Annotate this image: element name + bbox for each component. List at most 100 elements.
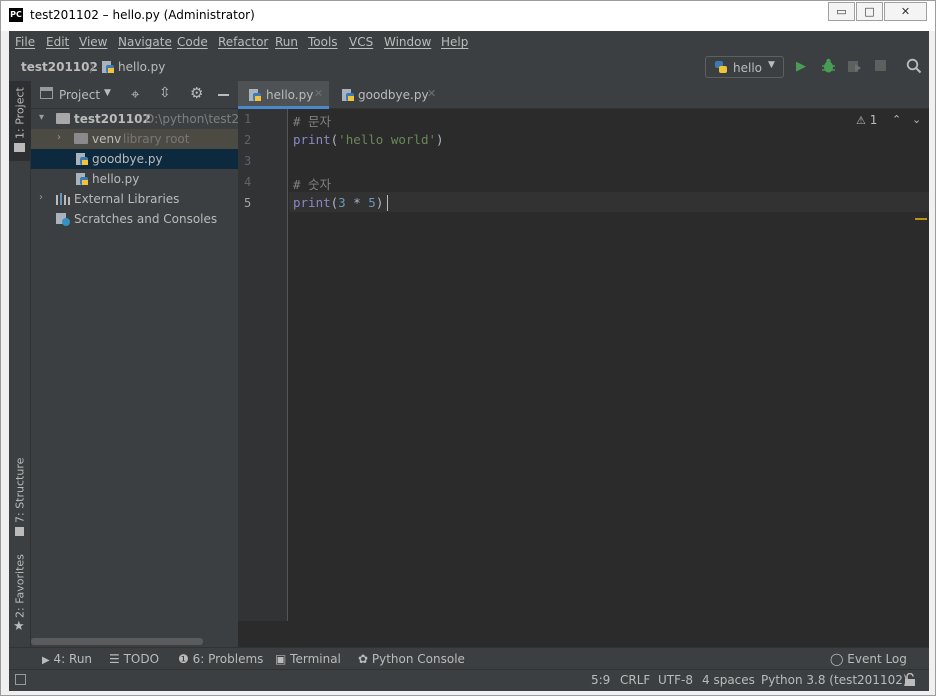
warning-count: 1 — [869, 113, 878, 127]
breadcrumb-file[interactable]: hello.py — [118, 60, 165, 74]
menu-file[interactable]: File — [15, 35, 35, 49]
library-icon — [55, 192, 71, 209]
tree-note: library root — [123, 132, 190, 146]
title-bar: PC test201102 – hello.py (Administrator)… — [1, 1, 935, 31]
project-panel: Project ▼ ⌖ ⇳ ⚙ ▾ test201102 D:\python\t… — [31, 81, 238, 647]
tree-path: D:\python\test201102 — [145, 112, 238, 126]
terminal-tool-button[interactable]: ▣ Terminal — [275, 652, 341, 666]
info-icon: ❶ — [178, 652, 189, 666]
tab-hello-py[interactable]: hello.py ✕ — [238, 81, 329, 109]
expanded-arrow-icon: ▾ — [39, 112, 45, 123]
structure-tool-tab[interactable]: 7: Structure — [9, 457, 31, 541]
terminal-icon: ▣ — [275, 652, 287, 666]
todo-tool-button[interactable]: ☰ TODO — [109, 652, 159, 666]
window-title: test201102 – hello.py (Administrator) — [30, 8, 255, 22]
tree-item-project-root[interactable]: ▾ test201102 D:\python\test201102 — [31, 109, 238, 129]
tree-item-venv[interactable]: › venv library root — [31, 129, 238, 149]
structure-tab-label: 7: Structure — [13, 457, 27, 523]
run-icon[interactable]: ▶ — [796, 59, 806, 74]
tree-item-scratches[interactable]: Scratches and Consoles — [31, 209, 238, 229]
tool-windows-icon[interactable] — [15, 674, 26, 685]
python-interpreter[interactable]: Python 3.8 (test201102) — [761, 673, 908, 687]
python-file-icon — [75, 152, 89, 169]
favorites-tab-label: 2: Favorites — [13, 554, 27, 618]
code-area[interactable]: # 문자 print('hello world') # 숫자 print(3 *… — [289, 109, 929, 621]
tree-label: venv — [92, 132, 122, 146]
folder-icon — [14, 143, 25, 152]
run-tool-button[interactable]: ▶ 4: Run — [42, 652, 92, 666]
breadcrumb-project[interactable]: test201102 — [21, 60, 98, 74]
status-bar: 5:9 CRLF UTF-8 4 spaces Python 3.8 (test… — [9, 669, 929, 691]
next-highlight-icon[interactable]: ⌄ — [912, 113, 921, 126]
debug-icon[interactable] — [821, 58, 836, 77]
close-tab-icon[interactable]: ✕ — [314, 87, 323, 100]
folder-icon — [74, 133, 88, 144]
tree-item-goodbye[interactable]: goodbye.py — [31, 149, 238, 169]
file-encoding[interactable]: UTF-8 — [658, 673, 693, 687]
chevron-down-icon[interactable]: ▼ — [104, 88, 111, 98]
close-tab-icon[interactable]: ✕ — [427, 87, 436, 100]
menu-navigate[interactable]: Navigate — [118, 35, 172, 49]
menu-code[interactable]: Code — [177, 35, 208, 49]
folder-icon — [56, 113, 70, 124]
maximize-button[interactable]: □ — [856, 2, 883, 21]
locate-icon[interactable]: ⌖ — [131, 85, 139, 103]
python-icon: ✿ — [358, 652, 369, 666]
favorites-tool-tab[interactable]: 2: Favorites ★ — [9, 554, 31, 641]
play-icon: ▶ — [42, 655, 50, 666]
menu-tools[interactable]: Tools — [308, 35, 338, 49]
line-separator[interactable]: CRLF — [620, 673, 650, 687]
tree-item-hello[interactable]: hello.py — [31, 169, 238, 189]
code-line-5: print(3 * 5) — [293, 195, 384, 210]
code-line-1: # 문자 — [293, 114, 332, 129]
python-file-icon — [248, 88, 262, 105]
previous-highlight-icon[interactable]: ⌃ — [892, 113, 901, 126]
python-file-icon — [75, 172, 89, 189]
structure-icon — [15, 527, 24, 536]
indent-setting[interactable]: 4 spaces — [702, 673, 755, 687]
search-icon[interactable] — [906, 58, 922, 77]
line-number: 1 — [244, 112, 252, 126]
tab-goodbye-py[interactable]: goodbye.py ✕ — [332, 81, 442, 109]
tab-label: goodbye.py — [358, 88, 429, 102]
event-log-button[interactable]: ◯ Event Log — [830, 652, 907, 666]
menu-view[interactable]: View — [79, 35, 107, 49]
minimize-button[interactable]: ▭ — [828, 2, 855, 21]
tree-label: External Libraries — [74, 192, 180, 206]
python-file-icon — [341, 88, 355, 105]
stop-icon[interactable] — [875, 60, 886, 71]
event-log-icon: ◯ — [830, 652, 844, 666]
menu-help[interactable]: Help — [441, 35, 468, 49]
problems-tool-button[interactable]: ❶ 6: Problems — [178, 652, 263, 666]
lock-icon[interactable] — [904, 672, 916, 689]
star-icon: ★ — [13, 619, 25, 634]
run-config-select[interactable]: hello ▼ — [705, 56, 784, 78]
error-stripe-marker[interactable] — [915, 218, 927, 220]
inspection-widget[interactable]: ⚠ 1 ⌃ ⌄ — [856, 113, 921, 127]
caret-position[interactable]: 5:9 — [591, 673, 610, 687]
list-icon: ☰ — [109, 652, 120, 666]
hide-icon[interactable] — [218, 94, 229, 96]
main-area: 1: Project 7: Structure 2: Favorites ★ P… — [9, 81, 929, 647]
menu-window[interactable]: Window — [384, 35, 431, 49]
coverage-icon[interactable] — [847, 59, 862, 77]
python-console-button[interactable]: ✿ Python Console — [358, 652, 465, 666]
gear-icon[interactable]: ⚙ — [190, 84, 203, 102]
menu-refactor[interactable]: Refactor — [218, 35, 268, 49]
tree-item-external-libraries[interactable]: › External Libraries — [31, 189, 238, 209]
line-number-gutter: 1 2 3 4 5 — [238, 109, 288, 621]
project-view-selector[interactable]: Project — [59, 88, 100, 102]
tree-label: goodbye.py — [92, 152, 163, 166]
menu-vcs[interactable]: VCS — [349, 35, 373, 49]
menu-run[interactable]: Run — [275, 35, 298, 49]
text-cursor — [387, 195, 388, 211]
collapse-all-icon[interactable]: ⇳ — [159, 85, 171, 101]
collapsed-arrow-icon: › — [39, 192, 43, 203]
close-button[interactable]: ✕ — [884, 2, 927, 21]
project-tool-tab[interactable]: 1: Project — [9, 81, 31, 161]
menu-edit[interactable]: Edit — [46, 35, 69, 49]
left-tool-strip: 1: Project 7: Structure 2: Favorites ★ — [9, 81, 31, 647]
breadcrumb-separator-icon: 〉 — [89, 61, 102, 75]
line-number: 2 — [244, 133, 252, 147]
horizontal-scrollbar[interactable] — [31, 638, 203, 645]
